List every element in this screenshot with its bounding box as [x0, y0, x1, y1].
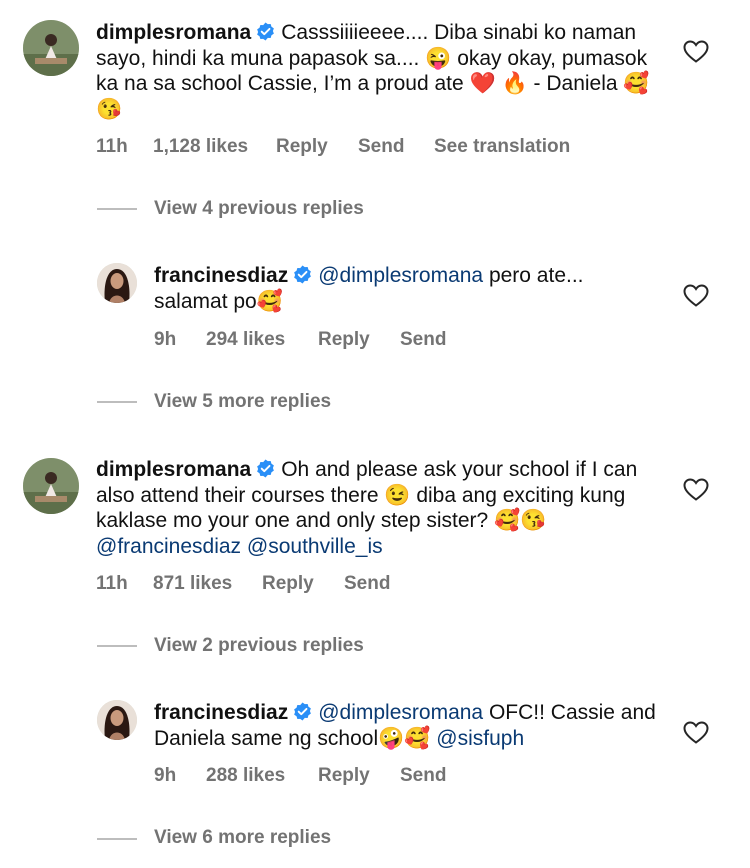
winking-tongue-emoji: 😜 [425, 46, 452, 70]
username[interactable]: dimplesromana [96, 458, 251, 481]
view-more-replies[interactable]: View 5 more replies [154, 391, 331, 413]
avatar[interactable] [23, 458, 79, 514]
username[interactable]: dimplesromana [96, 21, 251, 44]
likes-count[interactable]: 1,128 likes [153, 136, 248, 158]
divider-line [97, 838, 137, 840]
verified-badge-icon [294, 702, 312, 721]
verified-badge-icon [294, 265, 312, 284]
heart-icon[interactable] [683, 721, 709, 745]
reply-button[interactable]: Reply [318, 329, 370, 351]
send-button[interactable]: Send [400, 765, 446, 787]
comment-text: - Daniela [527, 72, 624, 95]
timestamp: 11h [96, 573, 128, 594]
mention-link[interactable]: @dimplesromana [318, 701, 483, 724]
timestamp: 9h [154, 329, 177, 350]
reply-body: francinesdiaz @dimplesromana OFC!! Cassie… [154, 700, 664, 751]
comment-body: dimplesromana Casssiiiieeee.... Diba sina… [96, 20, 656, 122]
username[interactable]: francinesdiaz [154, 701, 288, 724]
reply-button[interactable]: Reply [318, 765, 370, 787]
heart-icon[interactable] [683, 40, 709, 64]
send-button[interactable]: Send [358, 136, 404, 158]
see-translation-button[interactable]: See translation [434, 136, 570, 158]
view-previous-replies[interactable]: View 4 previous replies [154, 198, 364, 220]
divider-line [97, 401, 137, 403]
love-emoji: 🥰 [256, 289, 283, 313]
love-emojis: 🥰😘 [494, 509, 547, 532]
verified-badge-icon [257, 459, 275, 478]
likes-count[interactable]: 294 likes [206, 329, 285, 351]
mention-link[interactable]: @southville_is [247, 535, 383, 558]
timestamp: 11h [96, 136, 128, 157]
reply-button[interactable]: Reply [262, 573, 314, 595]
avatar[interactable] [23, 20, 79, 76]
mention-link[interactable]: @francinesdiaz [96, 535, 241, 558]
heart-icon[interactable] [683, 284, 709, 308]
heart-emoji: ❤️ [469, 72, 496, 95]
avatar[interactable] [97, 263, 137, 303]
mention-link[interactable]: @dimplesromana [318, 264, 483, 287]
reply-button[interactable]: Reply [276, 136, 328, 158]
view-previous-replies[interactable]: View 2 previous replies [154, 635, 364, 657]
username[interactable]: francinesdiaz [154, 264, 288, 287]
mention-link[interactable]: @sisfuph [436, 727, 524, 750]
divider-line [97, 208, 137, 210]
fire-emoji: 🔥 [501, 72, 528, 95]
verified-badge-icon [257, 22, 275, 41]
send-button[interactable]: Send [400, 329, 446, 351]
wink-emoji: 😉 [384, 483, 411, 507]
divider-line [97, 645, 137, 647]
heart-icon[interactable] [683, 478, 709, 502]
reply-body: francinesdiaz @dimplesromana pero ate... … [154, 263, 654, 314]
send-button[interactable]: Send [344, 573, 390, 595]
zany-love-emojis: 🤪🥰 [378, 726, 431, 750]
likes-count[interactable]: 871 likes [153, 573, 232, 595]
timestamp: 9h [154, 765, 177, 786]
view-more-replies[interactable]: View 6 more replies [154, 827, 331, 849]
avatar[interactable] [97, 700, 137, 740]
comment-body: dimplesromana Oh and please ask your scho… [96, 457, 656, 559]
likes-count[interactable]: 288 likes [206, 765, 285, 787]
